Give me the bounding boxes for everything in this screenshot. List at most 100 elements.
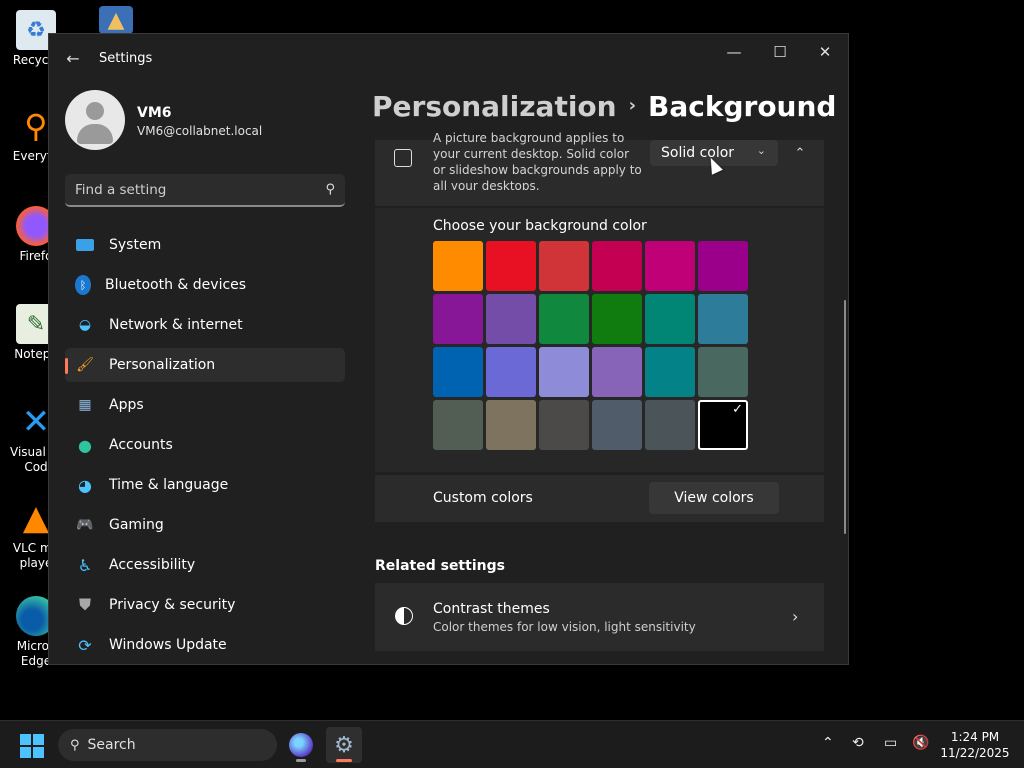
color-swatch[interactable] (645, 294, 695, 344)
taskbar-search[interactable]: ⚲ Search (58, 729, 277, 761)
color-swatch[interactable] (592, 294, 642, 344)
color-swatch[interactable] (486, 241, 536, 291)
sidebar-item-bluetooth[interactable]: ᛒ Bluetooth & devices (65, 268, 345, 302)
color-swatch[interactable] (539, 347, 589, 397)
apps-icon: ▦ (78, 397, 92, 413)
sync-icon[interactable]: ⟲ (852, 735, 864, 751)
color-swatch[interactable]: ✓ (698, 400, 748, 450)
network-icon[interactable]: ▭ (884, 735, 897, 751)
sidebar-item-gaming[interactable]: 🎮 Gaming (65, 508, 345, 542)
chevron-up-icon: ⌃ (794, 145, 806, 161)
back-button[interactable]: ← (63, 48, 83, 68)
chevron-right-icon: › (628, 95, 637, 116)
contrast-subtitle: Color themes for low vision, light sensi… (433, 620, 696, 634)
search-input[interactable] (75, 180, 305, 200)
accessibility-icon: ♿ (77, 555, 93, 575)
sidebar-item-network[interactable]: ◒ Network & internet (65, 308, 345, 342)
background-type-card: A picture background applies to your cur… (375, 131, 824, 206)
scrollbar[interactable] (844, 300, 846, 534)
sidebar-item-accessibility[interactable]: ♿ Accessibility (65, 548, 345, 582)
taskbar: ⚲ Search ⚙ ⌃ ⟲ ▭ 🔇 1:24 PM 11/22/2025 (0, 720, 1024, 768)
start-button[interactable] (20, 734, 44, 758)
sidebar-item-system[interactable]: System (65, 228, 345, 262)
color-swatch[interactable] (645, 400, 695, 450)
sidebar-item-privacy-security[interactable]: ⛊ Privacy & security (65, 588, 345, 622)
app-icon: ▲ (99, 6, 133, 34)
collapse-button[interactable]: ⌃ (790, 143, 810, 163)
color-swatch[interactable] (433, 294, 483, 344)
color-swatch[interactable] (698, 294, 748, 344)
color-swatch[interactable] (486, 400, 536, 450)
sidebar-item-label: Network & internet (109, 317, 243, 333)
sidebar-item-personalization[interactable]: 🖌 Personalization (65, 348, 345, 382)
color-swatch[interactable] (645, 241, 695, 291)
image-icon (394, 149, 412, 167)
bluetooth-icon: ᛒ (75, 275, 91, 295)
dropdown-value: Solid color (661, 145, 735, 161)
color-swatch[interactable] (539, 241, 589, 291)
sidebar-item-label: Accessibility (109, 557, 196, 573)
maximize-button[interactable]: ☐ (765, 42, 795, 62)
sidebar-item-label: System (109, 237, 162, 253)
gamepad-icon: 🎮 (76, 517, 94, 533)
checkmark-icon: ✓ (732, 402, 743, 417)
arrow-left-icon: ← (66, 48, 80, 68)
shield-icon: ⛊ (78, 595, 91, 614)
color-swatch[interactable] (698, 241, 748, 291)
taskbar-app-browser[interactable] (283, 727, 319, 763)
color-swatch[interactable] (486, 347, 536, 397)
color-swatch[interactable] (433, 400, 483, 450)
user-email: VM6@collabnet.local (137, 124, 263, 138)
sidebar-item-windows-update[interactable]: ⟳ Windows Update (65, 628, 345, 662)
color-swatch-grid: ✓ (433, 241, 751, 450)
custom-colors-row: Custom colors View colors (375, 474, 824, 522)
paintbrush-icon: 🖌 (76, 357, 94, 373)
minimize-button[interactable]: — (719, 42, 749, 62)
contrast-title: Contrast themes (433, 601, 550, 617)
windows-logo-icon (20, 734, 31, 745)
chevron-up-icon[interactable]: ⌃ (822, 735, 834, 751)
color-swatch[interactable] (645, 347, 695, 397)
display-icon (75, 235, 95, 255)
window-title: Settings (99, 51, 153, 66)
color-swatch[interactable] (539, 294, 589, 344)
update-icon: ⟳ (78, 635, 92, 655)
clock-date: 11/22/2025 (940, 746, 1010, 760)
colors-title: Choose your background color (433, 218, 647, 234)
sidebar-item-apps[interactable]: ▦ Apps (65, 388, 345, 422)
close-button[interactable]: ✕ (810, 42, 840, 62)
taskbar-search-label: Search (87, 737, 136, 753)
related-settings-title: Related settings (375, 558, 505, 574)
background-description: A picture background applies to your cur… (433, 131, 642, 190)
page-title: Background (648, 90, 837, 123)
color-swatch[interactable] (486, 294, 536, 344)
user-name: VM6 (137, 105, 172, 121)
sidebar-item-accounts[interactable]: ● Accounts (65, 428, 345, 462)
search-icon[interactable]: ⚲ (325, 182, 335, 197)
background-color-card: Choose your background color ✓ (375, 208, 824, 472)
color-swatch[interactable] (592, 400, 642, 450)
search-box[interactable]: ⚲ (65, 174, 345, 207)
custom-colors-label: Custom colors (433, 490, 533, 506)
clock[interactable]: 1:24 PM 11/22/2025 (936, 729, 1014, 761)
contrast-themes-link[interactable]: Contrast themes Color themes for low vis… (375, 583, 824, 651)
color-swatch[interactable] (592, 347, 642, 397)
color-swatch[interactable] (433, 241, 483, 291)
contrast-icon (395, 607, 413, 625)
color-swatch[interactable] (698, 347, 748, 397)
sidebar-nav: System ᛒ Bluetooth & devices ◒ Network &… (65, 228, 345, 664)
breadcrumb: Personalization › Background (372, 90, 836, 123)
color-swatch[interactable] (539, 400, 589, 450)
sidebar-item-time-language[interactable]: ◕ Time & language (65, 468, 345, 502)
sidebar-item-label: Time & language (109, 477, 229, 493)
view-colors-button[interactable]: View colors (649, 482, 779, 514)
breadcrumb-parent[interactable]: Personalization (372, 90, 617, 123)
volume-muted-icon[interactable]: 🔇 (912, 735, 929, 751)
title-bar[interactable]: ← Settings — ☐ ✕ (49, 34, 848, 82)
sidebar-item-label: Accounts (109, 437, 173, 453)
color-swatch[interactable] (592, 241, 642, 291)
taskbar-app-settings[interactable]: ⚙ (326, 727, 362, 763)
avatar[interactable] (65, 90, 125, 150)
color-swatch[interactable] (433, 347, 483, 397)
chevron-right-icon: › (792, 607, 799, 626)
